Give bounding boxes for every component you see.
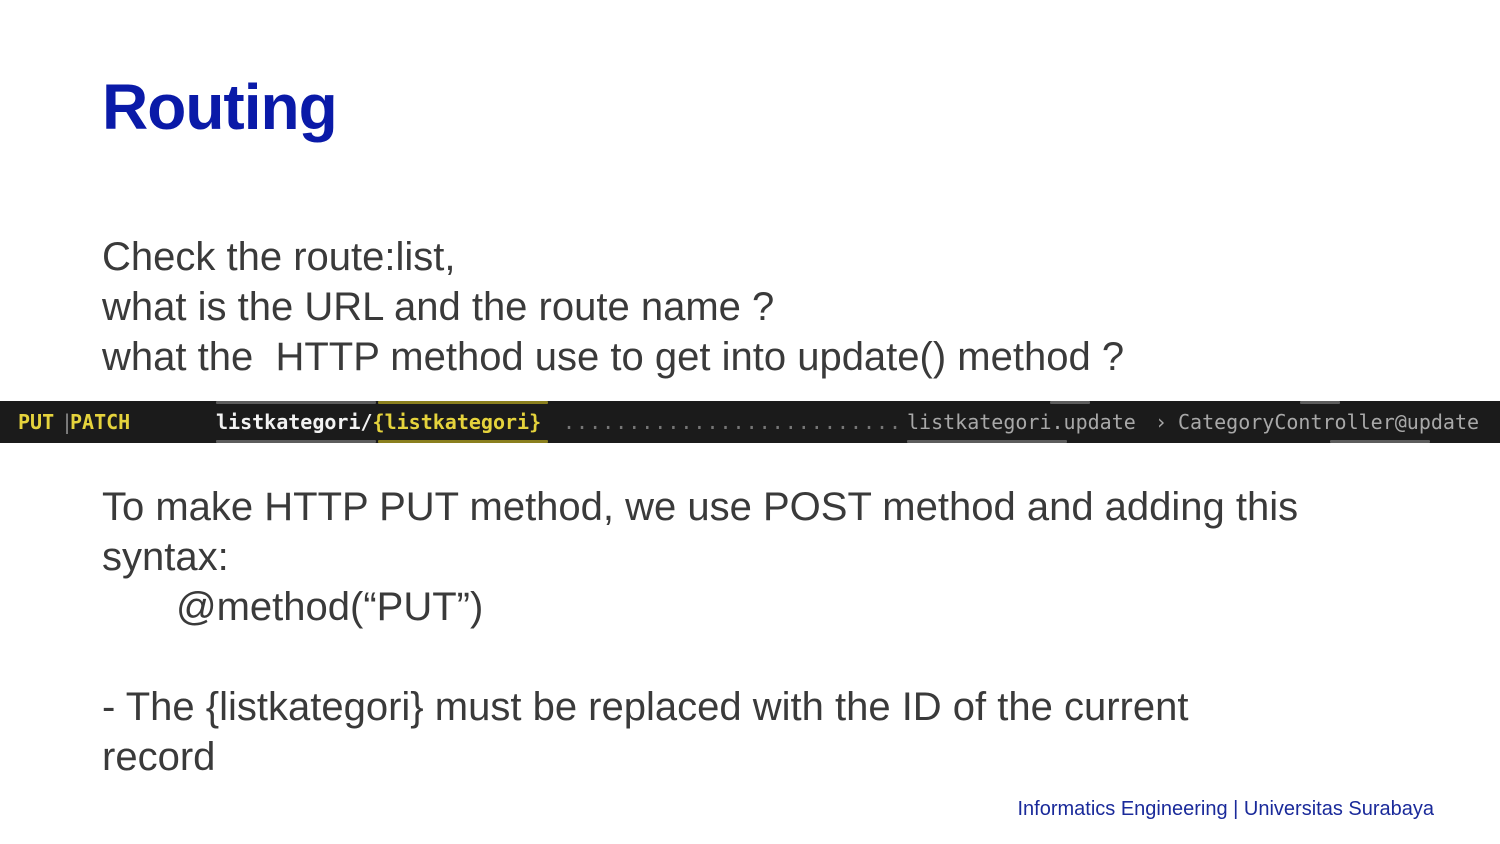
route-name: listkategori.update [907, 410, 1136, 434]
intro-line: what is the URL and the route name ? [102, 285, 775, 329]
note-line: - The {listkategori} must be replaced wi… [102, 685, 1189, 729]
terminal-ghost-text [378, 440, 548, 443]
route-method-put: PUT [18, 410, 55, 434]
terminal-ghost-text [907, 440, 1067, 443]
route-arrow-icon: › [1155, 410, 1168, 434]
terminal-ghost-text [1300, 401, 1340, 404]
intro-questions: Check the route:list, what is the URL an… [102, 232, 1442, 382]
terminal-partial-row-above [0, 401, 1500, 407]
route-list-screenshot: PUT | PATCH listkategori/{listkategori} … [0, 401, 1500, 443]
route-row-update: PUT | PATCH listkategori/{listkategori} … [0, 409, 1500, 435]
put-syntax: @method(“PUT”) [176, 585, 484, 629]
terminal-partial-row-below [0, 437, 1500, 443]
intro-line: what the HTTP method use to get into upd… [102, 335, 1125, 379]
route-dots-leader: .......................... [563, 410, 903, 434]
terminal-ghost-text [216, 440, 376, 443]
put-line: To make HTTP PUT method, we use POST met… [102, 485, 1299, 529]
note-line: record [102, 735, 216, 779]
terminal-ghost-text [1050, 401, 1090, 404]
terminal-ghost-text [1330, 440, 1430, 443]
put-line: syntax: [102, 535, 229, 579]
route-method-patch: PATCH [70, 410, 131, 434]
route-action: CategoryController@update [1178, 410, 1480, 434]
route-uri-prefix: listkategori/ [216, 410, 373, 434]
route-uri-param: {listkategori} [372, 410, 542, 434]
terminal-ghost-text [378, 401, 548, 404]
id-note: - The {listkategori} must be replaced wi… [102, 682, 1442, 782]
terminal-ghost-text [216, 401, 376, 404]
route-uri: listkategori/{listkategori} [216, 409, 541, 435]
intro-line: Check the route:list, [102, 235, 456, 279]
slide-title: Routing [102, 71, 338, 143]
put-method-explanation: To make HTTP PUT method, we use POST met… [102, 482, 1442, 632]
slide-footer: Informatics Engineering | Universitas Su… [1017, 798, 1434, 820]
